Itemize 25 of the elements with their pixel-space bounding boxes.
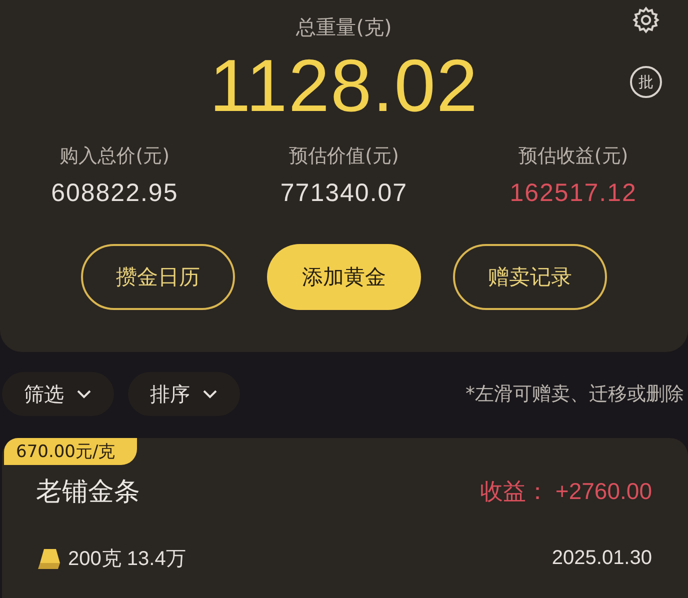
chevron-icon: [202, 389, 218, 399]
swipe-hint: *左滑可赠卖、迁移或删除: [466, 382, 684, 407]
item-profit: 收益： +2760.00: [480, 477, 652, 506]
stat-label: 购入总价(元): [60, 144, 170, 169]
stat-value: 608822.95: [51, 179, 178, 208]
item-name: 老铺金条: [36, 476, 140, 509]
action-button[interactable]: 攒金日历: [81, 244, 235, 310]
action-button[interactable]: 添加黄金: [267, 244, 421, 310]
price-tag: 670.00元/克: [4, 438, 138, 465]
holding-card[interactable]: 670.00元/克 老铺金条 收益： +2760.00 200克 13.4万 2025.01.30: [2, 438, 688, 598]
ingot-icon: [36, 546, 62, 570]
total-weight-value: 1128.02: [210, 49, 478, 123]
stat-label: 预估价值(元): [289, 144, 399, 169]
item-date: 2025.01.30: [552, 547, 652, 570]
stat-value: 771340.07: [280, 179, 408, 208]
action-button[interactable]: 赠卖记录: [453, 244, 607, 310]
stat-value: 162517.12: [510, 179, 637, 208]
stat-label: 预估收益(元): [518, 144, 628, 169]
chevron-icon: [76, 389, 92, 399]
dropdown-button[interactable]: 筛选: [2, 372, 114, 416]
dropdown-button[interactable]: 排序: [128, 372, 240, 416]
total-weight-label: 总重量(克): [296, 14, 392, 41]
item-weight: 200克 13.4万: [68, 547, 186, 572]
settings-icon[interactable]: [632, 6, 660, 34]
batch-button[interactable]: 批: [630, 66, 662, 98]
